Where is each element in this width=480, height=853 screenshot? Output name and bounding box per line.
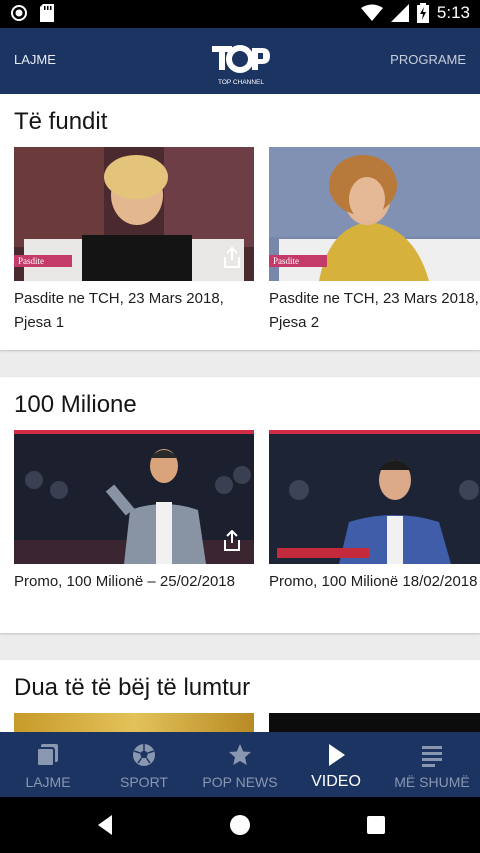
menu-lines-icon [422, 746, 442, 767]
video-thumbnail[interactable] [14, 430, 254, 564]
home-icon[interactable] [228, 813, 252, 837]
nav-label: VIDEO [311, 773, 361, 790]
nav-video[interactable]: VIDEO [288, 732, 384, 797]
signal-icon [390, 4, 409, 22]
header-lajme-link[interactable]: LAJME [14, 52, 56, 67]
nav-lajme[interactable]: LAJME [0, 732, 96, 797]
star-icon [229, 744, 251, 765]
nav-label: LAJME [25, 774, 71, 790]
share-icon[interactable] [222, 247, 242, 269]
system-navigation-bar [0, 797, 480, 853]
video-feed[interactable]: Të fundit Pasdite Pasdite ne TCH, 23 Mar… [0, 94, 480, 732]
recents-icon[interactable] [364, 813, 388, 837]
sd-card-icon [40, 4, 54, 22]
wifi-icon [360, 4, 383, 21]
header-programe-link[interactable]: PROGRAME [390, 52, 466, 67]
video-thumbnail[interactable]: Pasdite [14, 147, 254, 281]
back-icon[interactable] [94, 813, 118, 837]
section-title: Dua të të bëj të lumtur [14, 674, 251, 701]
play-icon [329, 744, 345, 766]
video-caption[interactable]: Promo, 100 Milionë 18/02/2018 [269, 570, 480, 594]
nav-label: POP NEWS [202, 774, 278, 790]
video-caption[interactable]: Pasdite ne TCH, 23 Mars 2018, Pjesa 2 [269, 287, 480, 335]
app-header: LAJME TOP CHANNEL PROGRAME [0, 28, 480, 94]
video-thumbnail[interactable] [269, 713, 480, 732]
nav-label: MË SHUMË [394, 774, 470, 790]
share-icon[interactable] [222, 530, 242, 552]
video-caption[interactable]: Promo, 100 Milionë – 25/02/2018 [14, 570, 254, 594]
section-100-milione: 100 Milione Promo, 100 Milionë – 25/02/2… [0, 377, 480, 633]
record-icon [11, 5, 27, 21]
clock-time: 5:13 [436, 3, 470, 22]
thumbnail-badge: Pasdite [273, 256, 299, 266]
nav-pop-news[interactable]: POP NEWS [192, 732, 288, 797]
battery-charging-icon [416, 3, 429, 23]
bottom-navigation: LAJME SPORT POP NEWS VIDEO MË SHUMË [0, 732, 480, 797]
section-te-fundit: Të fundit Pasdite Pasdite ne TCH, 23 Mar… [0, 94, 480, 350]
status-bar: 5:13 [0, 0, 480, 28]
video-thumbnail[interactable] [14, 713, 254, 732]
section-dua-te-te-bej-te-lumtur: Dua të të bëj të lumtur [0, 660, 480, 732]
soccer-ball-icon [133, 744, 155, 766]
thumbnail-badge: Pasdite [18, 256, 44, 266]
nav-sport[interactable]: SPORT [96, 732, 192, 797]
nav-me-shume[interactable]: MË SHUMË [384, 732, 480, 797]
video-thumbnail[interactable] [269, 430, 480, 564]
news-icon [36, 744, 58, 767]
video-thumbnail[interactable]: Pasdite [269, 147, 480, 281]
video-caption[interactable]: Pasdite ne TCH, 23 Mars 2018, Pjesa 1 [14, 287, 254, 335]
logo-caption: TOP CHANNEL [218, 79, 264, 86]
nav-label: SPORT [120, 774, 168, 790]
section-title: Të fundit [14, 108, 108, 135]
section-title: 100 Milione [14, 391, 137, 418]
top-channel-logo[interactable]: TOP CHANNEL [210, 44, 272, 88]
